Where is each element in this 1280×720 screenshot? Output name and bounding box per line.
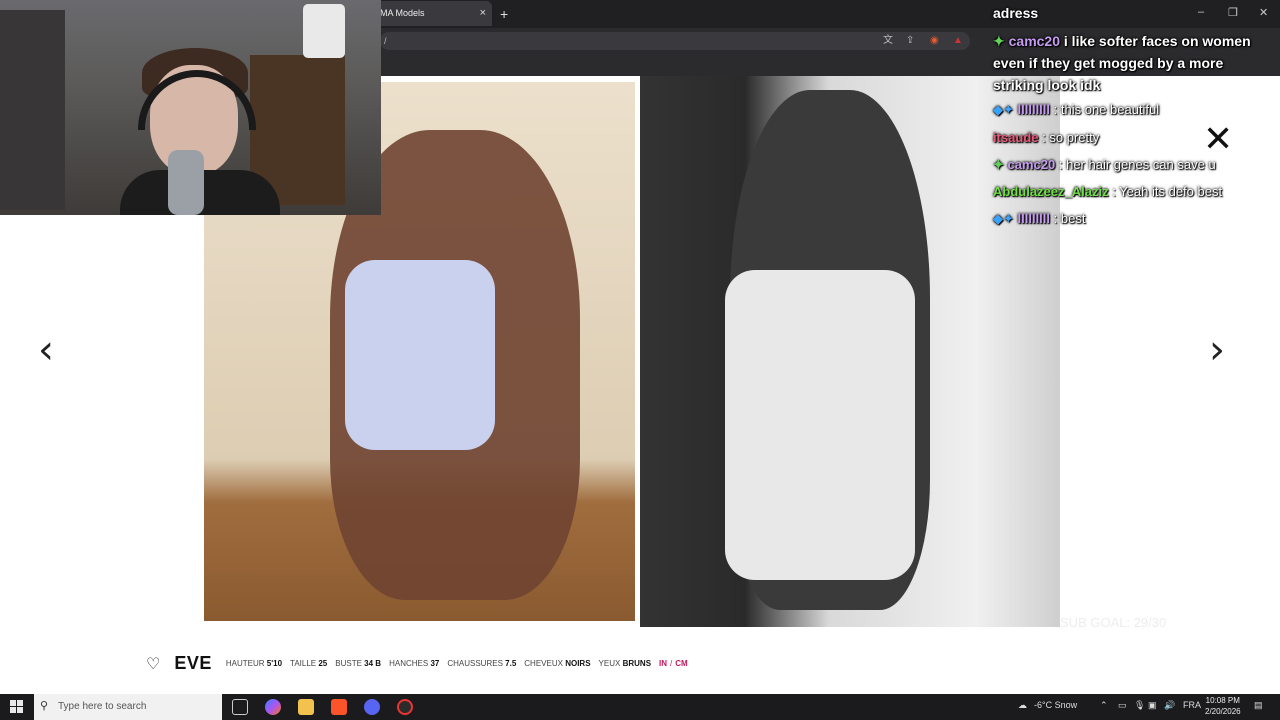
share-icon[interactable]: ⇪ <box>906 32 914 50</box>
tab-title: MA Models <box>380 8 425 18</box>
stat-eyes: YEUX BRUNS <box>598 658 652 668</box>
clock-time: 10:08 PM <box>1205 696 1240 705</box>
stat-waist: TAILLE 25 <box>290 658 328 668</box>
obs-icon[interactable] <box>397 699 413 715</box>
brave-browser-icon[interactable] <box>331 699 347 715</box>
unit-cm-toggle[interactable]: CM <box>675 659 687 668</box>
file-explorer-icon[interactable] <box>298 699 314 715</box>
browser-tab[interactable]: MA Models × <box>370 1 492 26</box>
clock-date: 2/20/2026 <box>1205 707 1241 716</box>
microphone-icon <box>168 150 204 215</box>
mic-icon[interactable]: 🎙 <box>1134 700 1145 711</box>
language-indicator[interactable]: FRA <box>1183 700 1201 710</box>
tab-close-button[interactable]: × <box>480 1 486 26</box>
prev-photo-arrow[interactable]: ‹ <box>38 330 54 370</box>
chat-message: ✦ camc20 : her hair genes can save u <box>993 157 1216 173</box>
copilot-icon[interactable] <box>265 699 281 715</box>
unit-separator: / <box>670 658 673 668</box>
taskbar-search-input[interactable]: Type here to search <box>34 694 222 720</box>
chat-text: : this one beautiful <box>1050 102 1160 117</box>
translate-icon[interactable]: 文 <box>883 32 893 50</box>
stat-shoes: CHAUSSURES 7.5 <box>447 658 517 668</box>
tray-icon[interactable]: ▭ <box>1118 700 1127 711</box>
address-bar[interactable]: / 文 ⇪ ◉ ▲ <box>380 32 970 50</box>
discord-icon[interactable] <box>364 699 380 715</box>
chat-text: : best <box>1050 211 1086 226</box>
chat-text: : Yeah its defo best <box>1108 184 1223 199</box>
chat-username: lllllllll <box>1017 211 1051 226</box>
chat-username: Abdulazeez_Alaziz <box>993 184 1109 199</box>
favorite-heart-icon[interactable]: ♡ <box>146 654 160 673</box>
url-text: / <box>384 36 387 46</box>
chat-text: : so pretty <box>1038 130 1100 145</box>
chevron-up-icon[interactable]: ⌃ <box>1100 700 1108 711</box>
stat-hips: HANCHES 37 <box>389 658 440 668</box>
photo-right-shirt <box>725 270 915 580</box>
badge-icon: ◆✦ <box>993 102 1014 117</box>
chat-message: itsaude : so pretty <box>993 130 1099 145</box>
stat-hair: CHEVEUX NOIRS <box>524 658 591 668</box>
chat-text: : her hair genes can save u <box>1055 157 1216 172</box>
webcam-shelf <box>0 10 65 210</box>
volume-icon[interactable]: 🔊 <box>1164 700 1175 711</box>
next-photo-arrow[interactable]: › <box>1209 330 1225 370</box>
chat-message: ◆✦ lllllllll : best <box>993 211 1085 227</box>
chat-username: itsaude <box>993 130 1039 145</box>
restore-button[interactable]: ❐ <box>1228 6 1238 19</box>
sub-badge-icon: ✦ <box>993 33 1005 49</box>
photo-left-shirt <box>345 260 495 450</box>
search-icon: ⚲ <box>40 700 49 712</box>
chat-message: ✦ camc20 i like softer faces on women ev… <box>993 30 1275 96</box>
close-gallery-icon[interactable]: ✕ <box>1203 122 1233 158</box>
sub-goal-counter: SUB GOAL: 29/30 <box>1060 615 1167 630</box>
weather-status[interactable]: -6°C Snow <box>1034 700 1077 710</box>
chat-username: camc20 <box>1007 157 1056 172</box>
badge-icon: ◆✦ <box>993 211 1014 226</box>
brave-shield-icon[interactable]: ◉ <box>930 32 939 50</box>
model-info-bar: ♡ EVE HAUTEUR 5'10 TAILLE 25 BUSTE 34 B … <box>146 652 688 674</box>
taskbar-clock[interactable]: 10:08 PM 2/20/2026 <box>1205 695 1241 717</box>
unit-in-toggle[interactable]: IN <box>659 659 667 668</box>
brave-rewards-icon[interactable]: ▲ <box>953 32 963 50</box>
windows-start-icon[interactable] <box>10 700 23 713</box>
chat-username: camc20 <box>1008 33 1061 49</box>
chat-message: Abdulazeez_Alaziz : Yeah its defo best <box>993 184 1222 199</box>
stat-height: HAUTEUR 5'10 <box>225 658 283 668</box>
weather-icon[interactable]: ☁ <box>1018 700 1027 711</box>
task-view-icon[interactable] <box>232 699 248 715</box>
stat-bust: BUSTE 34 B <box>335 658 382 668</box>
chat-title: adress <box>993 5 1039 21</box>
chat-username: lllllllll <box>1017 102 1051 117</box>
network-icon[interactable]: ▣ <box>1148 700 1157 711</box>
new-tab-button[interactable]: + <box>500 6 508 22</box>
sub-badge-icon: ✦ <box>993 157 1004 172</box>
notifications-icon[interactable]: ▤ <box>1254 700 1263 711</box>
chat-message: ◆✦ lllllllll : this one beautiful <box>993 102 1159 118</box>
webcam-jar <box>303 4 345 58</box>
model-name: EVE <box>174 652 212 673</box>
minimize-button[interactable]: – <box>1198 6 1204 18</box>
close-window-button[interactable]: ✕ <box>1259 6 1268 19</box>
